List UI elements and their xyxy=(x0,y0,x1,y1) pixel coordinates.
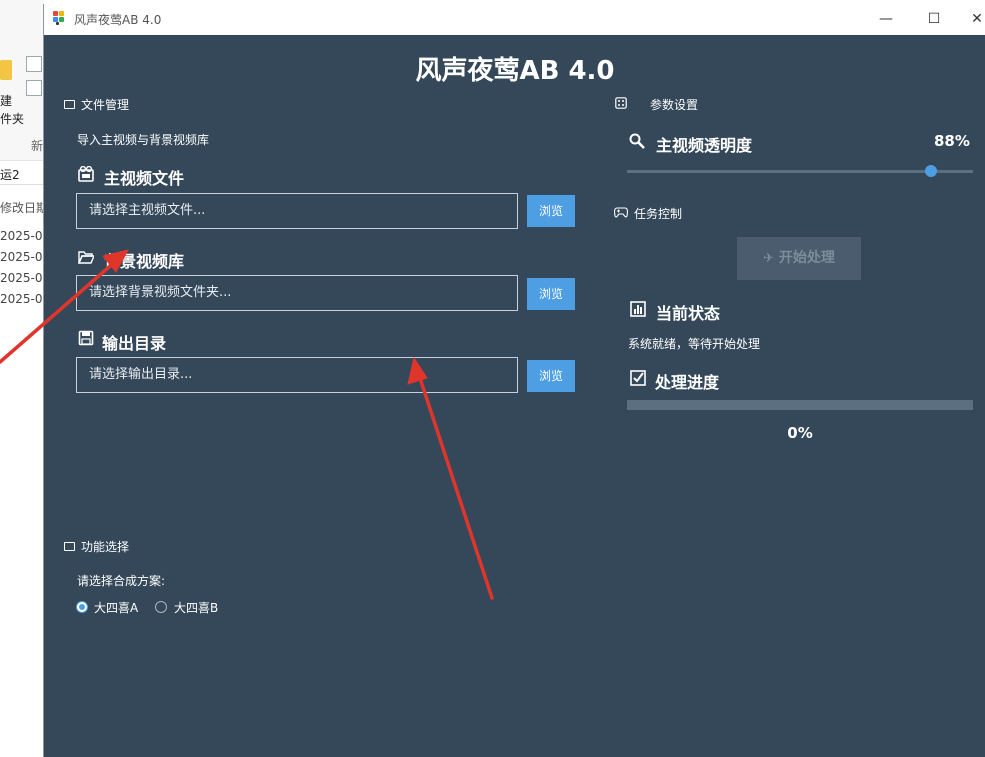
annotation-arrows xyxy=(0,249,494,600)
annotation-arrowhead-right xyxy=(407,356,428,385)
annotation-arrow-right xyxy=(416,370,494,600)
annotation-arrow-left xyxy=(0,258,119,364)
